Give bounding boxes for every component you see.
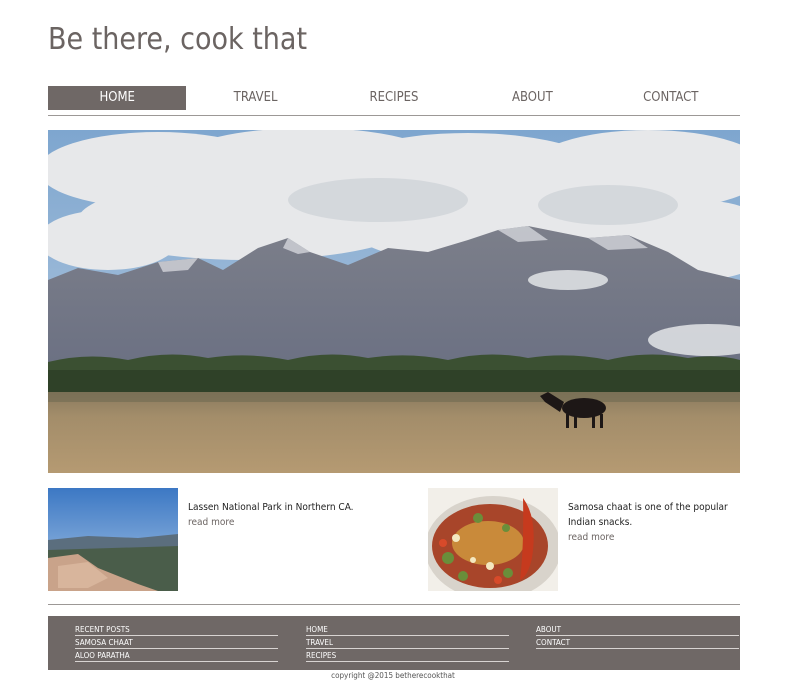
post-card: Samosa chaat is one of the popular India… <box>428 488 728 591</box>
footer-column-info: ABOUT CONTACT <box>536 624 739 650</box>
footer-link-home[interactable]: HOME <box>306 624 509 636</box>
read-more-link[interactable]: read more <box>188 515 354 530</box>
footer: RECENT POSTS SAMOSA CHAAT ALOO PARATHA H… <box>48 616 740 670</box>
footer-divider <box>48 604 740 605</box>
footer-link-contact[interactable]: CONTACT <box>536 637 739 649</box>
footer-link-samosa-chaat[interactable]: SAMOSA CHAAT <box>75 637 278 649</box>
post-card: Lassen National Park in Northern CA. rea… <box>48 488 354 591</box>
site-title: Be there, cook that <box>48 22 308 57</box>
post-thumbnail[interactable] <box>48 488 178 591</box>
nav-recipes[interactable]: RECIPES <box>325 86 463 110</box>
main-nav: HOME TRAVEL RECIPES ABOUT CONTACT <box>48 86 740 110</box>
footer-link-travel[interactable]: TRAVEL <box>306 637 509 649</box>
nav-contact[interactable]: CONTACT <box>602 86 740 110</box>
post-thumbnail[interactable] <box>428 488 558 591</box>
post-title[interactable]: Samosa chaat is one of the popular India… <box>568 500 728 530</box>
nav-home[interactable]: HOME <box>48 86 187 110</box>
post-title[interactable]: Lassen National Park in Northern CA. <box>188 500 354 515</box>
footer-recent-posts-heading: RECENT POSTS <box>75 624 278 636</box>
read-more-link[interactable]: read more <box>568 530 728 545</box>
footer-link-about[interactable]: ABOUT <box>536 624 739 636</box>
nav-about[interactable]: ABOUT <box>463 86 601 110</box>
nav-travel[interactable]: TRAVEL <box>186 86 324 110</box>
nav-divider <box>48 115 740 116</box>
hero-image <box>48 130 740 473</box>
footer-column-recent: RECENT POSTS SAMOSA CHAAT ALOO PARATHA <box>75 624 278 663</box>
footer-column-nav: HOME TRAVEL RECIPES <box>306 624 509 663</box>
footer-link-recipes[interactable]: RECIPES <box>306 650 509 662</box>
footer-link-aloo-paratha[interactable]: ALOO PARATHA <box>75 650 278 662</box>
